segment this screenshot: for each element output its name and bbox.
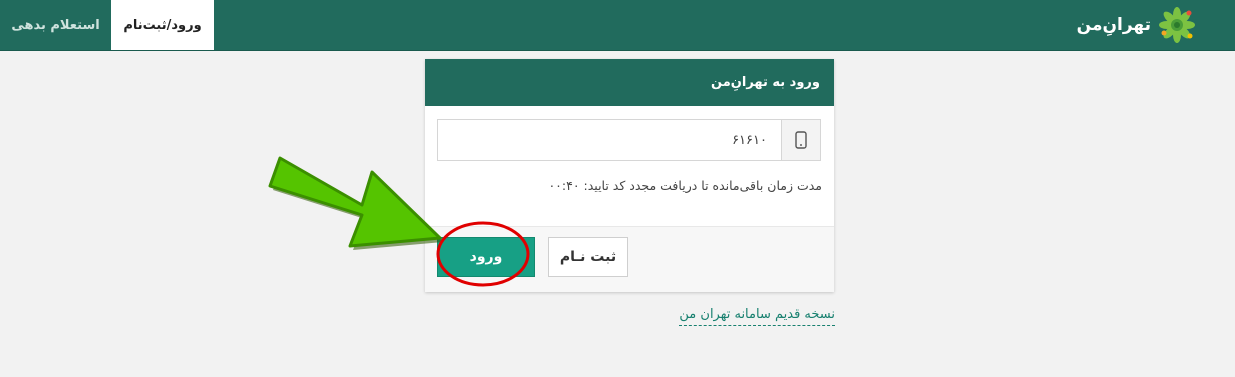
tehran-flower-logo-icon [1159,7,1195,43]
phone-input[interactable] [438,120,781,160]
green-arrow-pointer-icon [268,156,443,250]
resend-timer-text: مدت زمان باقی‌مانده تا دریافت مجدد کد تا… [548,178,822,193]
mobile-phone-icon [795,131,807,149]
top-navbar: تهرانِ‌من استعلام بدهی ورود/ثبت‌نام [0,0,1235,51]
tab-login-register[interactable]: ورود/ثبت‌نام [111,0,214,50]
brand[interactable]: تهرانِ‌من [1077,0,1197,50]
tab-debt-inquiry[interactable]: استعلام بدهی [0,0,111,50]
login-card-footer: ثبت نـام ورود [425,226,834,292]
old-version-link[interactable]: نسخه قدیم سامانه تهران من [679,307,835,326]
login-card-title: ورود به تهرانِ‌من [425,59,834,106]
phone-addon [781,120,820,160]
phone-field-group [437,119,821,161]
brand-name: تهرانِ‌من [1076,15,1151,35]
header-tabs: استعلام بدهی ورود/ثبت‌نام [0,0,214,50]
login-card: ورود به تهرانِ‌من مدت زمان باقی‌مانده تا… [425,59,834,292]
login-button[interactable]: ورود [437,237,535,277]
register-button[interactable]: ثبت نـام [548,237,628,277]
